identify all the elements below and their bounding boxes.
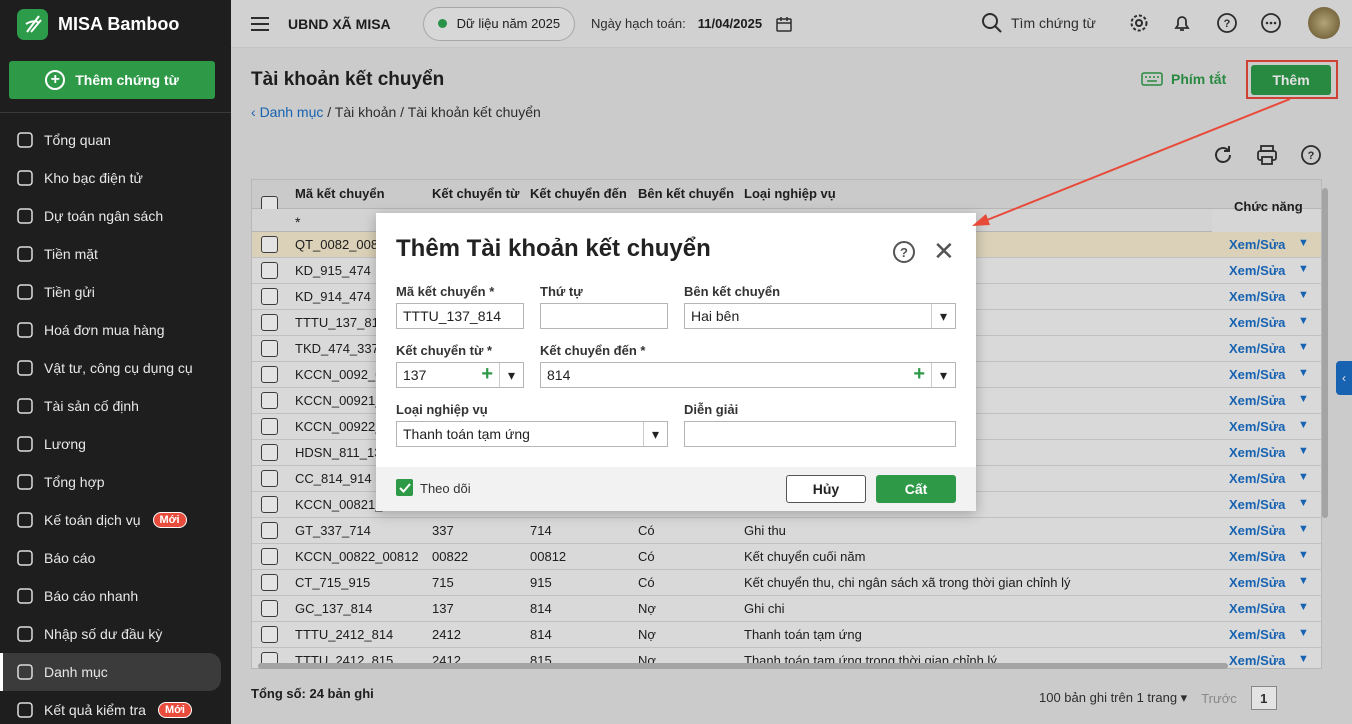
desc-label: Diễn giải [684,402,739,417]
add-document-button[interactable]: + Thêm chứng từ [9,61,215,99]
sidebar-item-label: Kho bạc điện tử [44,170,143,186]
add-account-icon[interactable]: + [481,363,493,385]
sidebar-item-2[interactable]: Dự toán ngân sách [0,197,221,235]
sidebar-item-14[interactable]: Danh mục [0,653,221,691]
sidebar-item-label: Tổng hợp [44,474,105,490]
sidebar-item-0[interactable]: Tổng quan [0,121,221,159]
summary-icon [16,473,34,491]
bamboo-logo-icon [17,8,48,40]
chevron-down-icon[interactable]: ▾ [499,363,523,387]
sidebar-item-1[interactable]: Kho bạc điện tử [0,159,221,197]
sidebar-item-11[interactable]: Báo cáo [0,539,221,577]
code-label: Mã kết chuyển * [396,284,495,299]
follow-checkbox[interactable] [396,479,413,496]
order-label: Thứ tự [540,284,583,299]
sidebar-item-label: Danh mục [44,664,108,680]
dialog-title: Thêm Tài khoản kết chuyển [396,235,711,262]
sidebar-item-9[interactable]: Tổng hợp [0,463,221,501]
code-field[interactable]: TTTU_137_814 [396,303,524,329]
sidebar-item-label: Báo cáo [44,550,96,566]
save-button[interactable]: Cất [876,475,956,503]
sidebar-item-label: Tiền mặt [44,246,98,262]
sidebar-menu: Tổng quan Kho bạc điện tử Dự toán ngân sác… [0,121,231,724]
dialog-help-icon[interactable]: ? [893,241,915,263]
sidebar-item-label: Lương [44,436,86,452]
invoice-icon [16,321,34,339]
catalog-icon [16,663,34,681]
sidebar-item-8[interactable]: Lương [0,425,221,463]
sidebar-item-label: Tài sản cố định [44,398,139,414]
building-icon [16,397,34,415]
budget-icon [16,207,34,225]
sidebar-item-label: Nhập số dư đầu kỳ [44,626,163,642]
add-document-label: Thêm chứng từ [75,72,179,88]
follow-label: Theo dõi [420,481,471,496]
new-badge: Mới [152,512,187,528]
to-select[interactable]: 814 + ▾ [540,362,956,388]
sidebar-item-7[interactable]: Tài sản cố định [0,387,221,425]
deposit-icon [16,283,34,301]
sidebar-item-label: Tiền gửi [44,284,95,300]
sidebar-item-label: Dự toán ngân sách [44,208,164,224]
sidebar-item-3[interactable]: Tiền mặt [0,235,221,273]
monitor-icon [16,169,34,187]
sidebar-item-12[interactable]: Báo cáo nhanh [0,577,221,615]
sidebar-item-10[interactable]: Kế toán dịch vụ Mới [0,501,221,539]
add-transfer-account-dialog: Thêm Tài khoản kết chuyển ? ✕ Mã kết chu… [376,213,976,511]
sidebar-divider [0,112,231,113]
plus-circle-icon: + [45,70,66,90]
sidebar-item-6[interactable]: Vật tư, công cụ dụng cụ [0,349,221,387]
add-account-icon[interactable]: + [913,363,925,385]
opening-balance-icon [16,625,34,643]
report-icon [16,549,34,567]
sidebar-item-label: Kết quả kiểm tra [44,702,146,718]
tools-icon [16,359,34,377]
pie-chart-icon [16,131,34,149]
type-label: Loại nghiệp vụ [396,402,488,417]
to-label: Kết chuyển đến * [540,343,646,358]
sidebar: MISA Bamboo + Thêm chứng từ Tổng quan Kho… [0,0,231,724]
side-select[interactable]: Hai bên ▾ [684,303,956,329]
check-result-icon [16,701,34,719]
close-icon[interactable]: ✕ [933,238,955,264]
desc-field[interactable] [684,421,956,447]
dialog-footer: Theo dõi Hủy Cất [376,467,976,511]
salary-icon [16,435,34,453]
sidebar-item-13[interactable]: Nhập số dư đầu kỳ [0,615,221,653]
sidebar-item-label: Báo cáo nhanh [44,588,139,604]
sidebar-item-4[interactable]: Tiền gửi [0,273,221,311]
sidebar-item-label: Hoá đơn mua hàng [44,322,165,338]
chevron-down-icon[interactable]: ▾ [931,363,955,387]
side-label: Bên kết chuyển [684,284,781,299]
app-name: MISA Bamboo [58,13,180,34]
sidebar-item-label: Vật tư, công cụ dụng cụ [44,360,193,376]
chevron-down-icon[interactable]: ▾ [643,422,667,446]
service-icon [16,511,34,529]
from-select[interactable]: 137 + ▾ [396,362,524,388]
sidebar-item-label: Tổng quan [44,132,111,148]
order-field[interactable] [540,303,668,329]
cancel-button[interactable]: Hủy [786,475,866,503]
type-select[interactable]: Thanh toán tạm ứng ▾ [396,421,668,447]
sidebar-item-5[interactable]: Hoá đơn mua hàng [0,311,221,349]
new-badge: Mới [157,702,192,718]
chevron-down-icon[interactable]: ▾ [931,304,955,328]
cash-icon [16,245,34,263]
sidebar-item-label: Kế toán dịch vụ [44,512,141,528]
quick-report-icon [16,587,34,605]
brand: MISA Bamboo [0,0,231,48]
sidebar-item-15[interactable]: Kết quả kiểm tra Mới [0,691,221,724]
from-label: Kết chuyển từ * [396,343,493,358]
